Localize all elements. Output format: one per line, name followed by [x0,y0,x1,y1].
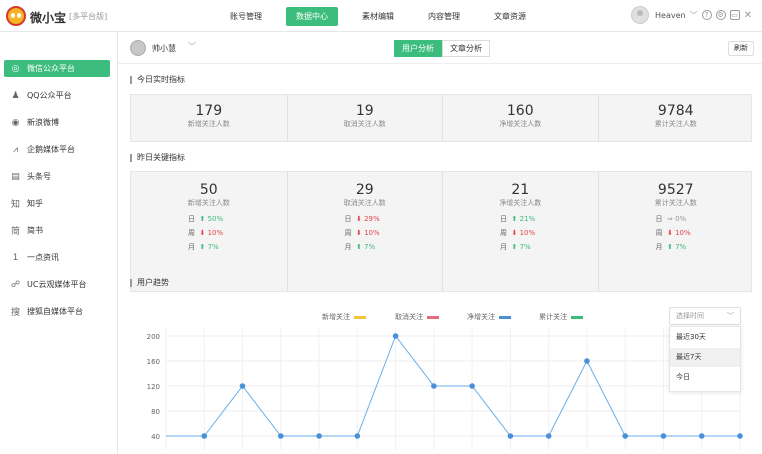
jianshu-icon: 简 [10,227,20,237]
data-point[interactable] [698,433,705,439]
time-dropdown: 最近30天 最近7天 今日 [669,326,741,392]
sidebar-item-label: 微信公众平台 [27,64,75,73]
main-content: 帅小慧 ﹀ 用户分析 文章分析 刷新 今日实时指标 179 新增关注人数 19 取消关… [118,32,762,454]
data-point[interactable] [431,383,437,389]
close-icon[interactable]: ✕ [744,10,752,21]
nav-account-management[interactable]: 账号管理 [220,7,272,26]
user-menu: Heaven ﹀ ? ⚙ ▭ ✕ [631,6,752,24]
sidebar-item-label: 头条号 [27,172,51,181]
sidebar-item-label: 简书 [27,226,43,235]
data-point[interactable] [737,433,743,439]
time-select[interactable]: 选择时间 ﹀ [669,307,741,325]
y-tick-label: 160 [147,358,160,366]
y-tick-label: 200 [147,333,160,341]
data-point[interactable] [392,333,399,339]
sidebar-item-label: 企鹅媒体平台 [27,145,75,154]
edition-label: [多平台版] [69,12,108,21]
sohu-icon: 搜 [10,308,20,318]
y-tick-label: 80 [151,408,160,416]
data-point[interactable] [239,383,246,389]
user-avatar[interactable] [631,6,650,24]
sidebar-item-zhihu[interactable]: 知知乎 [4,195,110,212]
logo-icon [6,6,26,26]
sidebar-item-toutiao[interactable]: ▤ 头条号 [4,168,110,185]
trend-chart: 200 160 120 80 40 [147,328,743,450]
data-point[interactable] [660,433,667,439]
sidebar-item-label: 知乎 [27,199,43,208]
sidebar-item-qq[interactable]: ♟ QQ公众平台 [4,87,110,104]
data-point[interactable] [201,433,208,439]
sidebar-item-label: 一点资讯 [27,253,59,262]
sidebar-item-yidian[interactable]: 1 一点资讯 [4,249,110,266]
sidebar-item-label: UC云观媒体平台 [27,280,87,289]
option-today[interactable]: 今日 [670,368,740,387]
wechat-icon: ◎ [11,63,20,74]
sidebar-item-uc[interactable]: ☍ UC云观媒体平台 [4,276,110,293]
yidian-icon: 1 [12,252,19,263]
nav-content-management[interactable]: 内容管理 [418,7,470,26]
qq-icon: ♟ [11,90,20,101]
main-nav: 账号管理 数据中心 素材编辑 内容管理 文章资源 [220,0,550,32]
sidebar-item-sohu[interactable]: 搜搜狐自媒体平台 [4,303,110,320]
penguin-icon: ⩘ [12,144,19,155]
time-select-placeholder: 选择时间 [676,312,704,320]
sidebar-item-wechat[interactable]: ◎ 微信公众平台 [4,60,110,77]
sidebar-item-penguin[interactable]: ⩘ 企鹅媒体平台 [4,141,110,158]
gear-icon[interactable]: ⚙ [715,10,726,20]
zhihu-icon: 知 [10,200,20,210]
y-tick-label: 40 [151,433,160,441]
help-icon[interactable]: ? [701,10,712,20]
nav-material-editing[interactable]: 素材编辑 [352,7,404,26]
data-point[interactable] [278,433,284,439]
data-point[interactable] [545,433,552,439]
top-bar: 微小宝 [多平台版] 账号管理 数据中心 素材编辑 内容管理 文章资源 Heav… [0,0,762,32]
brand-name: 微小宝 [30,11,67,25]
sidebar-item-label: 搜狐自媒体平台 [27,307,83,316]
data-point[interactable] [622,433,628,439]
data-point[interactable] [507,433,514,439]
weibo-icon: ◉ [11,117,20,128]
uc-icon: ☍ [10,279,21,290]
chevron-down-icon[interactable]: ﹀ [690,10,698,21]
y-tick-label: 120 [147,383,160,391]
user-name[interactable]: Heaven [655,11,686,20]
data-point[interactable] [584,358,590,364]
sidebar-item-label: 新浪微博 [27,118,59,127]
nav-data-center[interactable]: 数据中心 [286,6,338,26]
nav-article-resources[interactable]: 文章资源 [484,7,536,26]
option-last-30-days[interactable]: 最近30天 [670,328,740,347]
toutiao-icon: ▤ [11,171,20,182]
sidebar-item-weibo[interactable]: ◉ 新浪微博 [4,114,110,131]
data-point[interactable] [316,433,322,439]
option-last-7-days[interactable]: 最近7天 [670,348,740,367]
sidebar-item-label: QQ公众平台 [27,91,72,100]
data-point[interactable] [469,383,475,389]
sidebar: ◎ 微信公众平台 ♟ QQ公众平台 ◉ 新浪微博 ⩘ 企鹅媒体平台 ▤ 头条号知知乎简简书 1 一点资… [0,32,118,454]
data-point[interactable] [354,433,361,439]
sidebar-item-jianshu[interactable]: 简简书 [4,222,110,239]
window-icon[interactable]: ▭ [729,10,740,20]
chevron-down-icon: ﹀ [727,312,734,320]
